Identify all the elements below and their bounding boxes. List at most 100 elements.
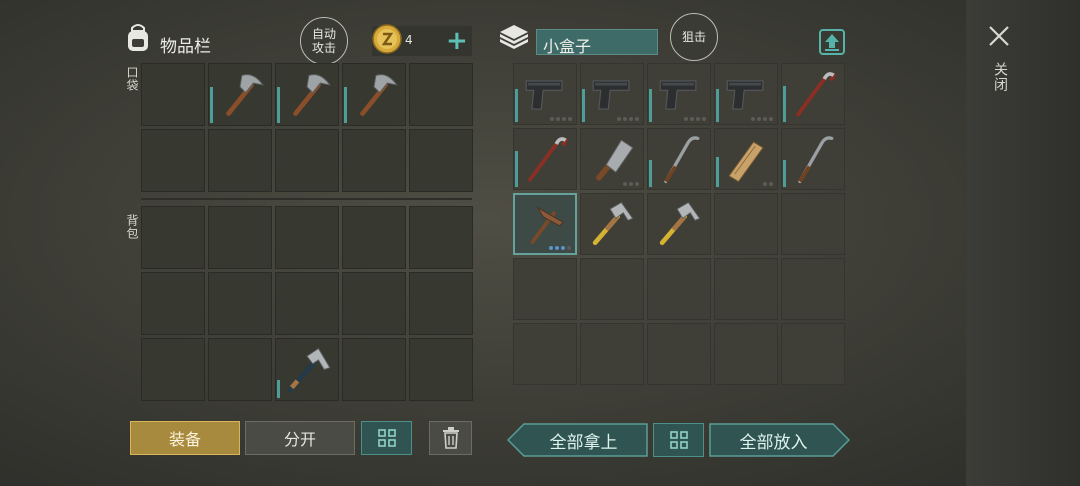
slot-empty[interactable] (208, 206, 272, 269)
sort-inventory-button[interactable] (361, 421, 412, 455)
inventory-title: 物品栏 (160, 37, 211, 57)
slot-empty[interactable] (208, 338, 272, 401)
slot-empty[interactable] (714, 323, 778, 385)
close-icon[interactable] (987, 24, 1011, 48)
slot-hockey-stick[interactable] (647, 128, 711, 190)
sort-container-button[interactable] (653, 423, 704, 457)
backpack-label: 背包 (125, 214, 139, 240)
trash-icon (442, 427, 459, 449)
side-strip (966, 0, 1080, 486)
slot-empty[interactable] (409, 129, 473, 192)
backpack-icon (122, 22, 154, 54)
slot-empty[interactable] (342, 206, 406, 269)
slot-hammer-yellow[interactable] (580, 193, 644, 255)
slot-pickaxe[interactable] (208, 63, 272, 126)
durability-bar (277, 380, 280, 398)
coin-count: 4 (405, 33, 413, 47)
grid-sort-icon (377, 429, 396, 447)
durability-bar (716, 157, 719, 187)
coin-icon (372, 24, 402, 54)
slot-crude-pickaxe[interactable] (513, 193, 577, 255)
slot-pistol[interactable] (647, 63, 711, 125)
slot-pistol[interactable] (513, 63, 577, 125)
durability-bar (344, 87, 347, 123)
slot-empty[interactable] (409, 338, 473, 401)
upgrade-dots (763, 182, 773, 186)
pocket-grid (141, 63, 473, 192)
slot-hammer-yellow[interactable] (647, 193, 711, 255)
slot-pickaxe[interactable] (275, 63, 339, 126)
container-name: 小盒子 (543, 37, 592, 56)
durability-bar (210, 87, 213, 123)
upgrade-dots (751, 117, 773, 121)
slot-hammer[interactable] (275, 338, 339, 401)
slot-empty[interactable] (275, 272, 339, 335)
backpack-grid (141, 206, 473, 401)
upgrade-dots (623, 182, 639, 186)
slot-empty[interactable] (647, 258, 711, 320)
close-label[interactable]: 关闭 (990, 62, 1010, 92)
slot-empty[interactable] (208, 272, 272, 335)
slot-empty[interactable] (141, 129, 205, 192)
box-icon (497, 22, 531, 54)
upload-icon[interactable] (818, 28, 846, 56)
upgrade-dots (617, 117, 639, 121)
take-all-button[interactable]: 全部拿上 (507, 423, 648, 457)
slot-crowbar[interactable] (513, 128, 577, 190)
durability-bar (716, 89, 719, 122)
take-all-label: 全部拿上 (549, 432, 618, 453)
slot-empty[interactable] (781, 193, 845, 255)
equip-button[interactable]: 装备 (130, 421, 240, 455)
slot-crowbar[interactable] (781, 63, 845, 125)
slot-empty[interactable] (141, 338, 205, 401)
slot-empty[interactable] (409, 272, 473, 335)
add-coins-icon[interactable]: + (446, 28, 468, 54)
slot-empty[interactable] (513, 323, 577, 385)
slot-empty[interactable] (342, 338, 406, 401)
slot-pickaxe[interactable] (342, 63, 406, 126)
durability-bar (649, 89, 652, 122)
slot-empty[interactable] (513, 258, 577, 320)
slot-cleaver[interactable] (580, 128, 644, 190)
split-button[interactable]: 分开 (245, 421, 355, 455)
delete-button[interactable] (429, 421, 472, 455)
slot-empty[interactable] (141, 63, 205, 126)
slot-empty[interactable] (342, 129, 406, 192)
auto-attack-button[interactable]: 自动攻击 (300, 17, 348, 65)
slot-empty[interactable] (275, 129, 339, 192)
upgrade-dots (549, 246, 571, 250)
upgrade-dots (684, 117, 706, 121)
put-all-button[interactable]: 全部放入 (709, 423, 850, 457)
durability-bar (515, 89, 518, 122)
grid-sort-icon (669, 431, 688, 449)
durability-bar (277, 87, 280, 123)
auto-attack-label: 自动攻击 (311, 27, 336, 55)
slot-empty[interactable] (781, 258, 845, 320)
container-name-field[interactable]: 小盒子 (536, 29, 658, 56)
slot-empty[interactable] (714, 193, 778, 255)
slot-empty[interactable] (409, 63, 473, 126)
snipe-button[interactable]: 狙击 (670, 13, 718, 61)
slot-empty[interactable] (781, 323, 845, 385)
equip-label: 装备 (168, 430, 201, 449)
slot-empty[interactable] (342, 272, 406, 335)
slot-pistol[interactable] (580, 63, 644, 125)
upgrade-dots (550, 117, 572, 121)
snipe-label: 狙击 (681, 30, 706, 44)
container-grid (513, 63, 845, 404)
durability-bar (783, 86, 786, 122)
slot-hockey-stick[interactable] (781, 128, 845, 190)
slot-empty[interactable] (141, 206, 205, 269)
slot-empty[interactable] (580, 323, 644, 385)
slot-pistol[interactable] (714, 63, 778, 125)
slot-empty[interactable] (409, 206, 473, 269)
slot-empty[interactable] (141, 272, 205, 335)
slot-empty[interactable] (208, 129, 272, 192)
slot-empty[interactable] (714, 258, 778, 320)
slot-empty[interactable] (647, 323, 711, 385)
slot-wooden-plank[interactable] (714, 128, 778, 190)
split-label: 分开 (283, 430, 316, 449)
durability-bar (649, 160, 652, 187)
slot-empty[interactable] (580, 258, 644, 320)
slot-empty[interactable] (275, 206, 339, 269)
